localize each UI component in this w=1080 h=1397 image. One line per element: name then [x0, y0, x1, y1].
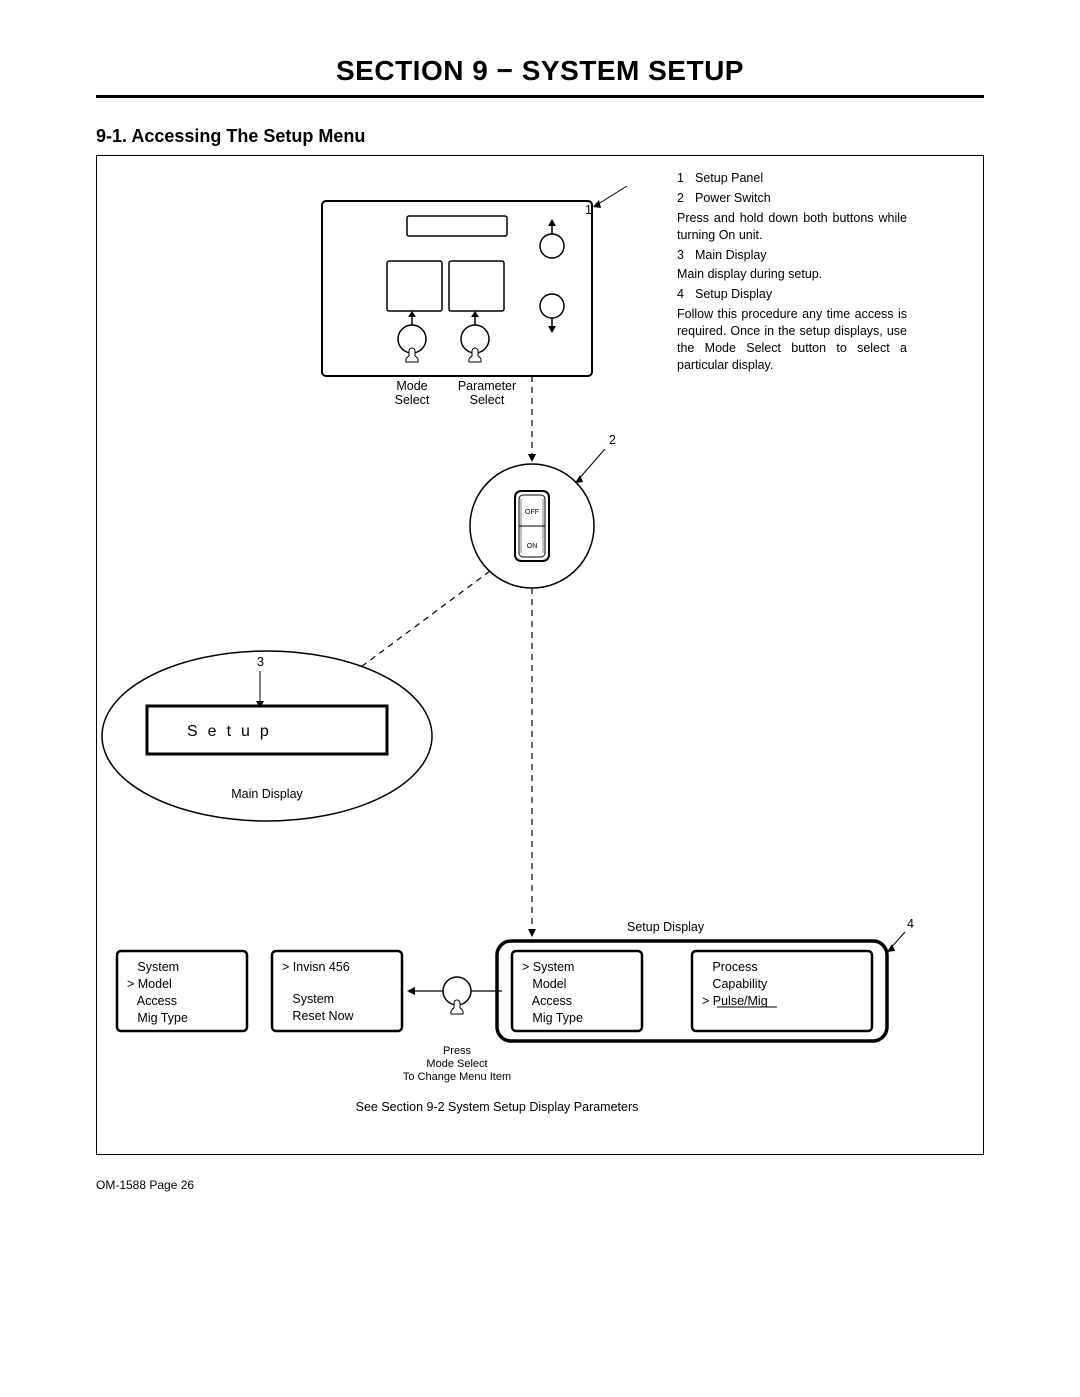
box2-l1: > Invisn 456	[282, 960, 350, 974]
box4-l1: Process	[702, 960, 758, 974]
box1-l1: System	[127, 960, 179, 974]
setup-box-2: > Invisn 456 System Reset Now	[272, 951, 402, 1031]
setup-panel: Mode Select Parameter Select	[322, 201, 592, 407]
power-off-label: OFF	[525, 509, 539, 516]
box4-l2: Capability	[702, 977, 768, 991]
box2-l3: Reset Now	[282, 1009, 355, 1023]
box3-l4: Mig Type	[522, 1011, 583, 1025]
diagram-svg: Mode Select Parameter Select 1	[97, 156, 985, 1156]
box1-l4: Mig Type	[127, 1011, 188, 1025]
box4-l3: > Pulse/Mig	[702, 994, 768, 1008]
setup-box-1: System > Model Access Mig Type	[117, 951, 247, 1031]
subsection-title: 9-1. Accessing The Setup Menu	[96, 126, 984, 147]
press-l2: Mode Select	[426, 1058, 487, 1070]
mode-select-label-2: Select	[395, 393, 430, 407]
box3-l1: > System	[522, 960, 574, 974]
callout-3: 3	[257, 655, 264, 669]
page-footer: OM-1588 Page 26	[96, 1178, 194, 1192]
setup-footnote: See Section 9-2 System Setup Display Par…	[356, 1100, 639, 1114]
figure-container: 1Setup Panel 2Power Switch Press and hol…	[96, 155, 984, 1155]
main-display-label: Main Display	[231, 787, 303, 801]
box1-l2: > Model	[127, 977, 172, 991]
section-title: SECTION 9 − SYSTEM SETUP	[96, 55, 984, 93]
box1-l3: Access	[127, 994, 177, 1008]
setup-box-3: > System Model Access Mig Type	[512, 951, 642, 1031]
setup-display-label: Setup Display	[627, 920, 705, 934]
power-on-label: ON	[527, 543, 538, 550]
main-display-text: Setup	[187, 723, 279, 740]
param-select-label-1: Parameter	[458, 379, 516, 393]
press-l3: To Change Menu Item	[403, 1071, 511, 1083]
callout-4: 4	[907, 917, 914, 931]
callout-1: 1	[585, 203, 592, 217]
box3-l3: Access	[522, 994, 572, 1008]
setup-box-4: Process Capability > Pulse/Mig	[692, 951, 872, 1031]
press-l1: Press	[443, 1045, 472, 1057]
callout-2: 2	[609, 433, 616, 447]
box3-l2: Model	[522, 977, 566, 991]
param-select-label-2: Select	[470, 393, 505, 407]
box2-l2: System	[282, 992, 334, 1006]
divider	[96, 95, 984, 98]
mode-select-label-1: Mode	[396, 379, 427, 393]
main-display: Setup Main Display	[102, 651, 432, 821]
